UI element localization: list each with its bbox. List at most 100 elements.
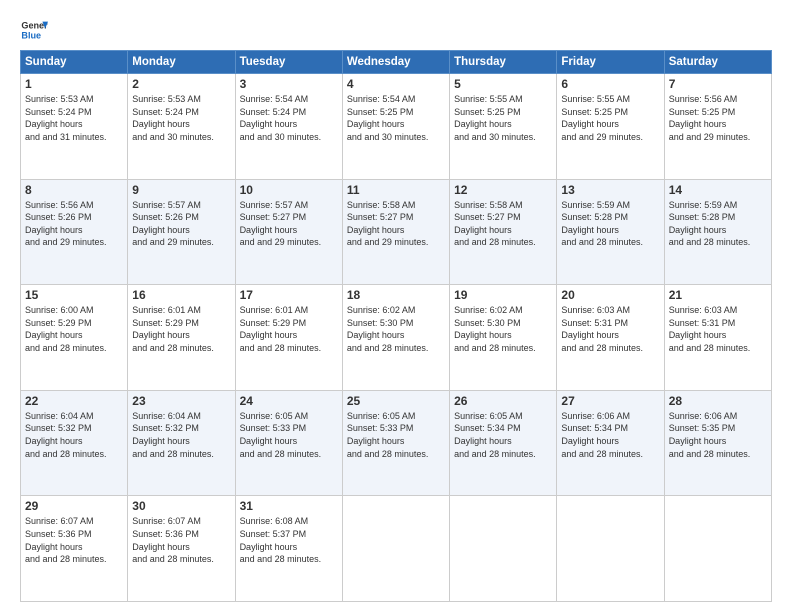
cell-info: Sunrise: 6:06 AMSunset: 5:34 PMDaylight …: [561, 410, 659, 460]
calendar-cell: 25 Sunrise: 6:05 AMSunset: 5:33 PMDayligh…: [342, 390, 449, 496]
calendar-cell: 26 Sunrise: 6:05 AMSunset: 5:34 PMDayligh…: [450, 390, 557, 496]
calendar-cell: 18 Sunrise: 6:02 AMSunset: 5:30 PMDayligh…: [342, 285, 449, 391]
cell-info: Sunrise: 5:54 AMSunset: 5:24 PMDaylight …: [240, 93, 338, 143]
calendar-week-row: 15 Sunrise: 6:00 AMSunset: 5:29 PMDayligh…: [21, 285, 772, 391]
day-number: 13: [561, 183, 659, 197]
day-number: 25: [347, 394, 445, 408]
cell-info: Sunrise: 6:00 AMSunset: 5:29 PMDaylight …: [25, 304, 123, 354]
calendar-cell: 5Sunrise: 5:55 AMSunset: 5:25 PMDaylight…: [450, 74, 557, 180]
day-number: 19: [454, 288, 552, 302]
page: General Blue SundayMondayTuesdayWednesda…: [0, 0, 792, 612]
day-number: 16: [132, 288, 230, 302]
cell-info: Sunrise: 5:53 AMSunset: 5:24 PMDaylight …: [25, 93, 123, 143]
day-number: 31: [240, 499, 338, 513]
calendar-cell: 21 Sunrise: 6:03 AMSunset: 5:31 PMDayligh…: [664, 285, 771, 391]
cell-info: Sunrise: 6:08 AMSunset: 5:37 PMDaylight …: [240, 515, 338, 565]
cell-info: Sunrise: 6:05 AMSunset: 5:33 PMDaylight …: [347, 410, 445, 460]
dow-header: Tuesday: [235, 51, 342, 74]
calendar-cell: 9 Sunrise: 5:57 AMSunset: 5:26 PMDaylight…: [128, 179, 235, 285]
day-number: 21: [669, 288, 767, 302]
day-number: 18: [347, 288, 445, 302]
day-number: 12: [454, 183, 552, 197]
calendar-cell: 15 Sunrise: 6:00 AMSunset: 5:29 PMDayligh…: [21, 285, 128, 391]
dow-header: Sunday: [21, 51, 128, 74]
dow-header: Thursday: [450, 51, 557, 74]
calendar-week-row: 1Sunrise: 5:53 AMSunset: 5:24 PMDaylight…: [21, 74, 772, 180]
calendar-cell: [450, 496, 557, 602]
calendar-week-row: 8Sunrise: 5:56 AMSunset: 5:26 PMDaylight…: [21, 179, 772, 285]
cell-info: Sunrise: 6:06 AMSunset: 5:35 PMDaylight …: [669, 410, 767, 460]
day-number: 10: [240, 183, 338, 197]
day-number: 20: [561, 288, 659, 302]
calendar-cell: 29 Sunrise: 6:07 AMSunset: 5:36 PMDayligh…: [21, 496, 128, 602]
calendar-cell: 24 Sunrise: 6:05 AMSunset: 5:33 PMDayligh…: [235, 390, 342, 496]
calendar-cell: 4Sunrise: 5:54 AMSunset: 5:25 PMDaylight…: [342, 74, 449, 180]
day-number: 9: [132, 183, 230, 197]
cell-info: Sunrise: 6:07 AMSunset: 5:36 PMDaylight …: [132, 515, 230, 565]
calendar-cell: 28 Sunrise: 6:06 AMSunset: 5:35 PMDayligh…: [664, 390, 771, 496]
cell-info: Sunrise: 6:04 AMSunset: 5:32 PMDaylight …: [132, 410, 230, 460]
cell-info: Sunrise: 5:57 AMSunset: 5:26 PMDaylight …: [132, 199, 230, 249]
calendar-cell: 6 Sunrise: 5:55 AMSunset: 5:25 PMDaylight…: [557, 74, 664, 180]
cell-info: Sunrise: 5:53 AMSunset: 5:24 PMDaylight …: [132, 93, 230, 143]
cell-info: Sunrise: 5:55 AMSunset: 5:25 PMDaylight …: [561, 93, 659, 143]
calendar-cell: [664, 496, 771, 602]
cell-info: Sunrise: 5:56 AMSunset: 5:25 PMDaylight …: [669, 93, 767, 143]
day-number: 11: [347, 183, 445, 197]
day-number: 15: [25, 288, 123, 302]
calendar-cell: 11 Sunrise: 5:58 AMSunset: 5:27 PMDayligh…: [342, 179, 449, 285]
day-number: 26: [454, 394, 552, 408]
header: General Blue: [20, 16, 772, 44]
calendar-cell: 23Sunrise: 6:04 AMSunset: 5:32 PMDayligh…: [128, 390, 235, 496]
calendar-table: SundayMondayTuesdayWednesdayThursdayFrid…: [20, 50, 772, 602]
day-number: 29: [25, 499, 123, 513]
calendar-week-row: 29 Sunrise: 6:07 AMSunset: 5:36 PMDayligh…: [21, 496, 772, 602]
calendar-cell: [557, 496, 664, 602]
day-number: 3: [240, 77, 338, 91]
cell-info: Sunrise: 6:03 AMSunset: 5:31 PMDaylight …: [561, 304, 659, 354]
calendar-cell: [342, 496, 449, 602]
dow-header: Saturday: [664, 51, 771, 74]
calendar-cell: 7 Sunrise: 5:56 AMSunset: 5:25 PMDaylight…: [664, 74, 771, 180]
cell-info: Sunrise: 6:02 AMSunset: 5:30 PMDaylight …: [347, 304, 445, 354]
calendar-cell: 1Sunrise: 5:53 AMSunset: 5:24 PMDaylight…: [21, 74, 128, 180]
day-number: 24: [240, 394, 338, 408]
dow-header: Monday: [128, 51, 235, 74]
calendar-week-row: 22Sunrise: 6:04 AMSunset: 5:32 PMDayligh…: [21, 390, 772, 496]
day-number: 14: [669, 183, 767, 197]
day-number: 7: [669, 77, 767, 91]
svg-text:Blue: Blue: [21, 30, 41, 40]
day-number: 30: [132, 499, 230, 513]
calendar-cell: 12 Sunrise: 5:58 AMSunset: 5:27 PMDayligh…: [450, 179, 557, 285]
calendar-cell: 13 Sunrise: 5:59 AMSunset: 5:28 PMDayligh…: [557, 179, 664, 285]
cell-info: Sunrise: 6:05 AMSunset: 5:33 PMDaylight …: [240, 410, 338, 460]
calendar-cell: 17Sunrise: 6:01 AMSunset: 5:29 PMDayligh…: [235, 285, 342, 391]
logo-icon: General Blue: [20, 16, 48, 44]
cell-info: Sunrise: 5:55 AMSunset: 5:25 PMDaylight …: [454, 93, 552, 143]
cell-info: Sunrise: 5:58 AMSunset: 5:27 PMDaylight …: [454, 199, 552, 249]
cell-info: Sunrise: 5:58 AMSunset: 5:27 PMDaylight …: [347, 199, 445, 249]
cell-info: Sunrise: 6:07 AMSunset: 5:36 PMDaylight …: [25, 515, 123, 565]
cell-info: Sunrise: 6:03 AMSunset: 5:31 PMDaylight …: [669, 304, 767, 354]
day-number: 8: [25, 183, 123, 197]
calendar-cell: 2 Sunrise: 5:53 AMSunset: 5:24 PMDaylight…: [128, 74, 235, 180]
calendar-cell: 20 Sunrise: 6:03 AMSunset: 5:31 PMDayligh…: [557, 285, 664, 391]
cell-info: Sunrise: 5:59 AMSunset: 5:28 PMDaylight …: [561, 199, 659, 249]
cell-info: Sunrise: 6:02 AMSunset: 5:30 PMDaylight …: [454, 304, 552, 354]
dow-header: Wednesday: [342, 51, 449, 74]
day-number: 27: [561, 394, 659, 408]
cell-info: Sunrise: 6:04 AMSunset: 5:32 PMDaylight …: [25, 410, 123, 460]
cell-info: Sunrise: 6:05 AMSunset: 5:34 PMDaylight …: [454, 410, 552, 460]
calendar-cell: 10Sunrise: 5:57 AMSunset: 5:27 PMDayligh…: [235, 179, 342, 285]
day-number: 28: [669, 394, 767, 408]
day-number: 4: [347, 77, 445, 91]
calendar-cell: 8Sunrise: 5:56 AMSunset: 5:26 PMDaylight…: [21, 179, 128, 285]
cell-info: Sunrise: 5:59 AMSunset: 5:28 PMDaylight …: [669, 199, 767, 249]
day-number: 2: [132, 77, 230, 91]
day-number: 6: [561, 77, 659, 91]
calendar-cell: 14 Sunrise: 5:59 AMSunset: 5:28 PMDayligh…: [664, 179, 771, 285]
calendar-cell: 3 Sunrise: 5:54 AMSunset: 5:24 PMDaylight…: [235, 74, 342, 180]
calendar-cell: 19 Sunrise: 6:02 AMSunset: 5:30 PMDayligh…: [450, 285, 557, 391]
calendar-cell: 27 Sunrise: 6:06 AMSunset: 5:34 PMDayligh…: [557, 390, 664, 496]
dow-header: Friday: [557, 51, 664, 74]
